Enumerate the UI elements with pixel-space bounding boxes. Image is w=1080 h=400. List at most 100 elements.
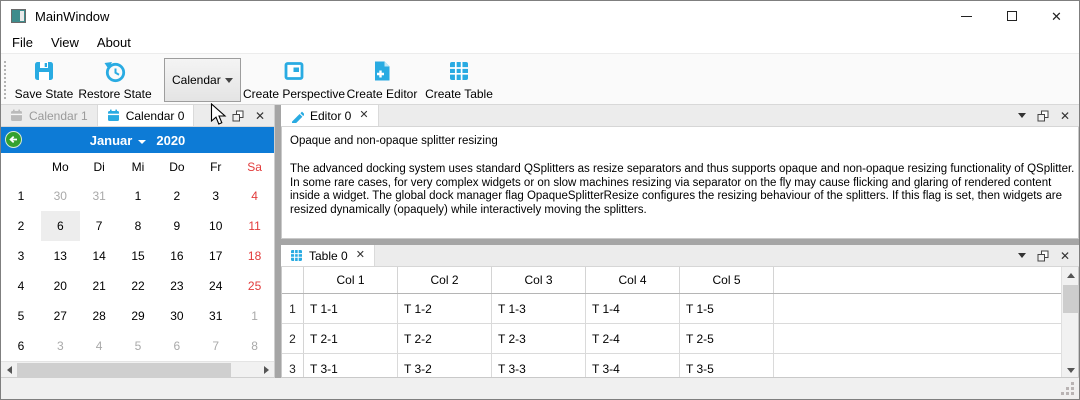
year-button[interactable]: 2020 <box>156 133 185 148</box>
close-dock-icon[interactable]: ✕ <box>1060 110 1070 122</box>
table-cell[interactable]: T 2-3 <box>492 324 586 353</box>
row-header[interactable]: 2 <box>282 324 304 353</box>
calendar-day[interactable]: 27 <box>41 301 80 331</box>
calendar-day[interactable]: 10 <box>196 211 235 241</box>
table-cell[interactable]: T 2-1 <box>304 324 398 353</box>
month-dropdown-icon[interactable] <box>138 140 146 144</box>
month-button[interactable]: Januar <box>90 133 133 148</box>
calendar-day[interactable]: 23 <box>157 271 196 301</box>
calendar-day[interactable]: 1 <box>235 301 274 331</box>
create-table-button[interactable]: Create Table <box>423 57 495 101</box>
row-header[interactable]: 1 <box>282 294 304 323</box>
perspective-dropdown[interactable]: Calendar <box>164 58 241 102</box>
table-cell[interactable]: T 1-4 <box>586 294 680 323</box>
close-dock-icon[interactable]: ✕ <box>1060 250 1070 262</box>
calendar-day[interactable]: 14 <box>80 241 119 271</box>
tab-close-icon[interactable]: ✕ <box>356 250 365 261</box>
table-cell[interactable]: T 2-4 <box>586 324 680 353</box>
scroll-right-icon[interactable] <box>258 362 274 378</box>
row-header[interactable]: 3 <box>282 354 304 378</box>
calendar-day[interactable]: 25 <box>235 271 274 301</box>
table-vertical-scrollbar[interactable] <box>1061 267 1078 378</box>
close-button[interactable]: ✕ <box>1034 1 1079 31</box>
calendar-day[interactable]: 20 <box>41 271 80 301</box>
float-dock-icon[interactable] <box>232 110 244 122</box>
calendar-horizontal-scrollbar[interactable] <box>1 361 274 377</box>
calendar-day[interactable]: 9 <box>157 211 196 241</box>
horizontal-scroll-thumb[interactable] <box>17 363 231 377</box>
maximize-button[interactable] <box>989 1 1034 31</box>
calendar-day[interactable]: 18 <box>235 241 274 271</box>
calendar-day[interactable]: 22 <box>119 271 158 301</box>
calendar-day[interactable]: 29 <box>119 301 158 331</box>
table-cell[interactable]: T 1-5 <box>680 294 774 323</box>
calendar-day[interactable]: 28 <box>80 301 119 331</box>
create-editor-button[interactable]: Create Editor <box>345 57 419 101</box>
table-cell[interactable]: T 1-1 <box>304 294 398 323</box>
calendar-day[interactable]: 3 <box>196 181 235 211</box>
tab-close-icon[interactable]: ✕ <box>359 110 368 121</box>
table-cell[interactable]: T 3-2 <box>398 354 492 378</box>
calendar-day[interactable]: 7 <box>80 211 119 241</box>
tab-table-0[interactable]: Table 0 ✕ <box>281 245 375 266</box>
tab-calendar-0[interactable]: Calendar 0 <box>98 105 195 126</box>
column-header[interactable]: Col 2 <box>398 267 492 293</box>
calendar-day[interactable]: 11 <box>235 211 274 241</box>
scroll-up-icon[interactable] <box>1062 267 1079 283</box>
calendar-day[interactable]: 30 <box>157 301 196 331</box>
calendar-day[interactable]: 8 <box>235 331 274 361</box>
table-cell[interactable]: T 1-2 <box>398 294 492 323</box>
table-cell[interactable]: T 3-4 <box>586 354 680 378</box>
table-cell[interactable]: T 3-3 <box>492 354 586 378</box>
column-header[interactable]: Col 5 <box>680 267 774 293</box>
scroll-left-icon[interactable] <box>1 362 17 378</box>
menu-about[interactable]: About <box>88 33 140 52</box>
table-cell[interactable]: T 1-3 <box>492 294 586 323</box>
scroll-down-icon[interactable] <box>1062 362 1079 378</box>
calendar-day[interactable]: 17 <box>196 241 235 271</box>
vertical-scroll-thumb[interactable] <box>1063 285 1078 313</box>
calendar-day[interactable]: 5 <box>119 331 158 361</box>
table-cell[interactable]: T 2-5 <box>680 324 774 353</box>
calendar-day[interactable]: 30 <box>41 181 80 211</box>
float-dock-icon[interactable] <box>1037 250 1049 262</box>
create-perspective-button[interactable]: Create Perspective <box>243 57 345 101</box>
menu-view[interactable]: View <box>42 33 88 52</box>
table-cell[interactable]: T 3-1 <box>304 354 398 378</box>
column-header[interactable]: Col 3 <box>492 267 586 293</box>
tab-calendar-1[interactable]: Calendar 1 <box>1 105 98 126</box>
calendar-day[interactable]: 15 <box>119 241 158 271</box>
column-header[interactable]: Col 1 <box>304 267 398 293</box>
close-dock-icon[interactable]: ✕ <box>255 110 265 122</box>
calendar-day[interactable]: 16 <box>157 241 196 271</box>
calendar-day[interactable]: 31 <box>196 301 235 331</box>
tabs-menu-icon[interactable] <box>1018 113 1026 118</box>
calendar-day[interactable]: 8 <box>119 211 158 241</box>
float-dock-icon[interactable] <box>1037 110 1049 122</box>
calendar-day[interactable]: 6 <box>41 211 80 241</box>
calendar-day[interactable]: 2 <box>157 181 196 211</box>
calendar-day[interactable]: 3 <box>41 331 80 361</box>
calendar-day[interactable]: 21 <box>80 271 119 301</box>
tabs-menu-icon[interactable] <box>1018 253 1026 258</box>
minimize-button[interactable] <box>944 1 989 31</box>
calendar-day[interactable]: 7 <box>196 331 235 361</box>
calendar-day[interactable]: 31 <box>80 181 119 211</box>
restore-state-button[interactable]: Restore State <box>77 57 153 101</box>
calendar-day[interactable]: 4 <box>235 181 274 211</box>
calendar-day[interactable]: 6 <box>157 331 196 361</box>
editor-text-area[interactable]: Opaque and non-opaque splitter resizing … <box>281 127 1079 239</box>
previous-month-button[interactable] <box>5 131 22 151</box>
save-state-button[interactable]: Save State <box>13 57 75 101</box>
column-header[interactable]: Col 4 <box>586 267 680 293</box>
tab-editor-0[interactable]: Editor 0 ✕ <box>281 105 379 126</box>
table-cell[interactable]: T 3-5 <box>680 354 774 378</box>
resize-grip-icon[interactable] <box>1061 382 1074 395</box>
toolbar-drag-handle[interactable] <box>4 61 6 99</box>
calendar-day[interactable]: 4 <box>80 331 119 361</box>
table-cell[interactable]: T 2-2 <box>398 324 492 353</box>
menu-file[interactable]: File <box>3 33 42 52</box>
calendar-day[interactable]: 1 <box>119 181 158 211</box>
calendar-day[interactable]: 13 <box>41 241 80 271</box>
calendar-day[interactable]: 24 <box>196 271 235 301</box>
